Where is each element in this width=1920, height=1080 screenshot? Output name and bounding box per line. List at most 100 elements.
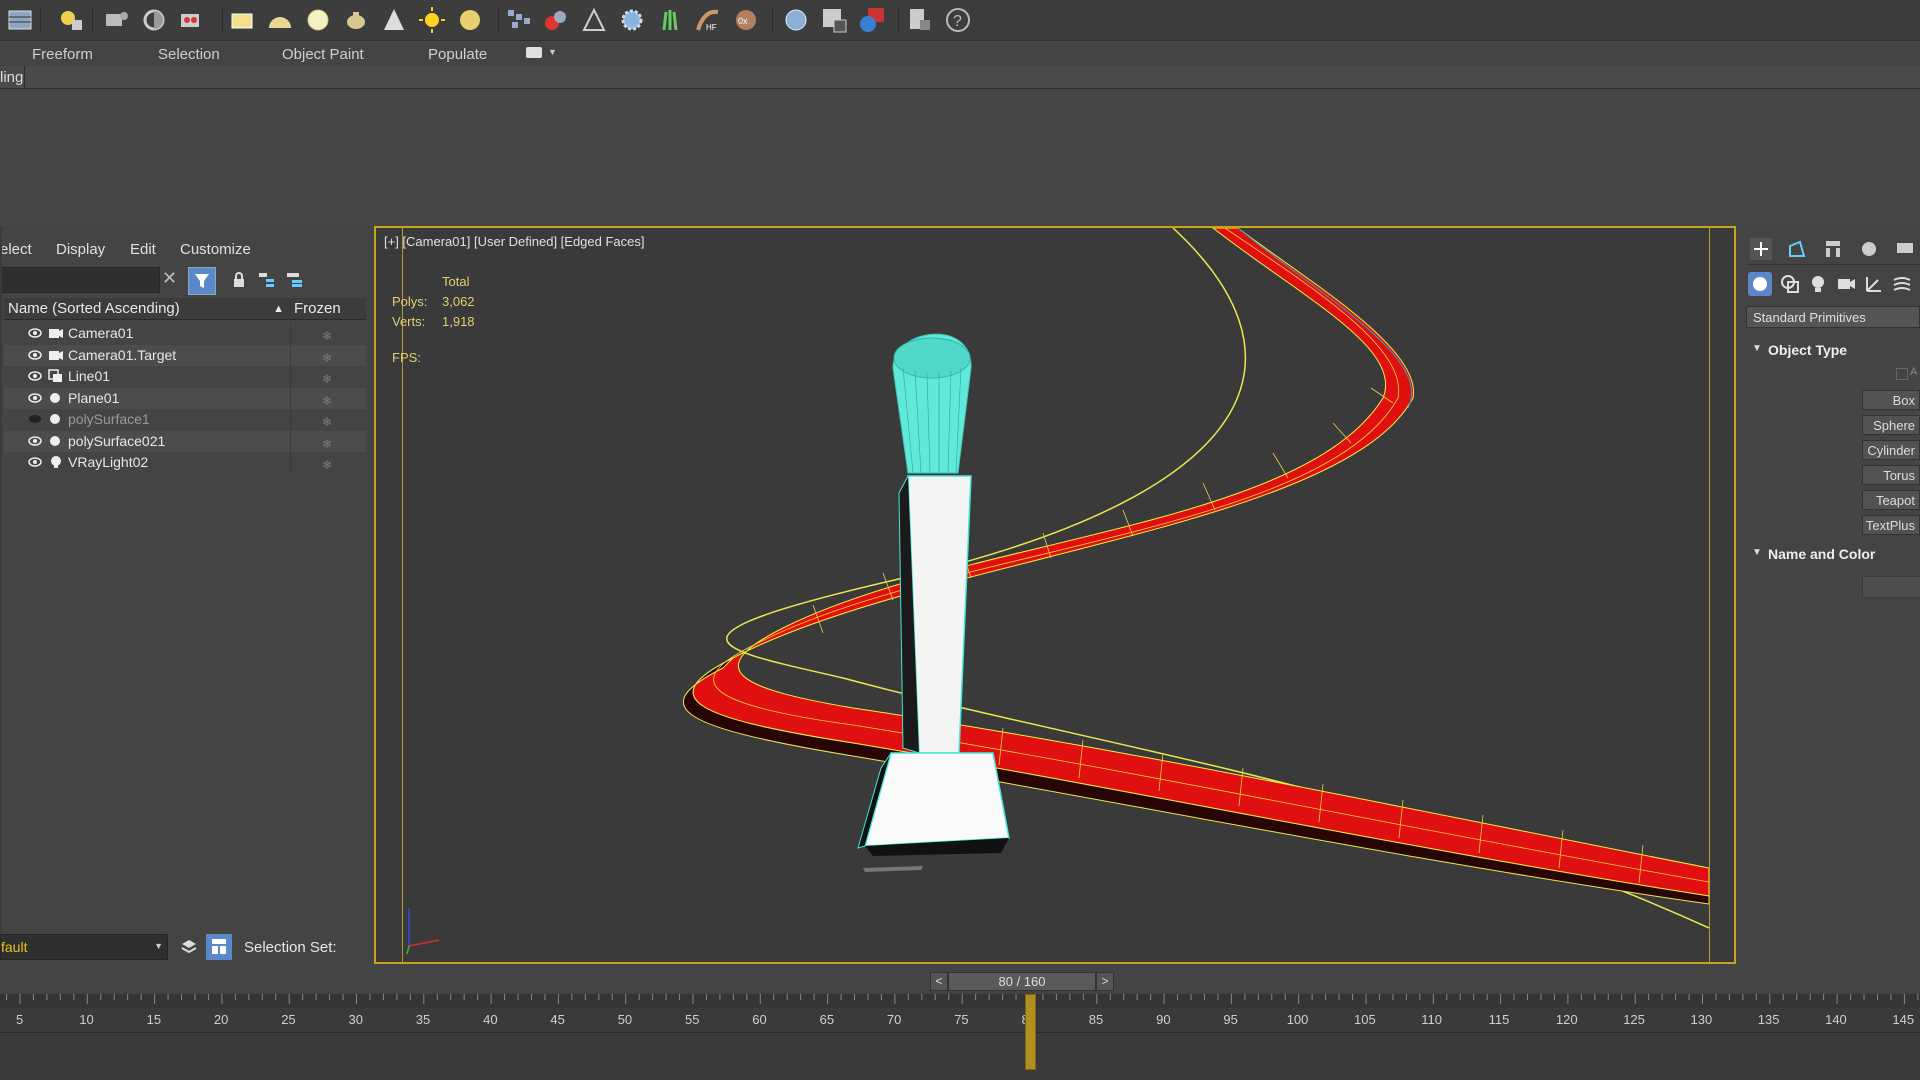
helpers-category-icon[interactable] (1864, 274, 1884, 294)
list-item[interactable]: Line01 ❄ (4, 366, 366, 387)
visibility-eye-icon[interactable] (28, 435, 42, 446)
geometry-category-icon[interactable] (1748, 272, 1772, 296)
plane-primitive-icon[interactable] (228, 6, 256, 34)
create-torus-button[interactable]: Torus (1862, 465, 1920, 485)
menu-display[interactable]: Display (56, 241, 105, 258)
hierarchy-icon[interactable] (258, 272, 276, 288)
list-item[interactable]: Camera01.Target ❄ (4, 344, 366, 366)
motion-tab-icon[interactable] (1858, 238, 1880, 260)
search-input[interactable] (0, 267, 160, 293)
filter-icon[interactable] (188, 267, 216, 295)
timeline-tick-label: 145 (1892, 1012, 1915, 1027)
name-color-rollout[interactable]: ▼ Name and Color (1746, 544, 1920, 566)
visibility-eye-icon[interactable] (28, 457, 42, 467)
layer-hierarchy-icon[interactable] (286, 272, 304, 288)
dome-light-icon[interactable] (456, 6, 484, 34)
create-sphere-button[interactable]: Sphere (1862, 415, 1920, 435)
list-item[interactable]: polySurface1 ❄ (4, 409, 366, 430)
list-item[interactable]: VRayLight02 ❄ (4, 452, 366, 473)
previous-frame-button[interactable]: < (930, 972, 948, 991)
geometry-icon (50, 414, 60, 424)
frame-buffer-icon[interactable] (820, 6, 848, 34)
timeline-tick-label: 90 (1156, 1012, 1171, 1027)
mesh-export-icon[interactable] (542, 6, 570, 34)
name-column-header[interactable]: Name (Sorted Ascending) ▲ (4, 298, 290, 320)
scene-explorer-icon[interactable] (6, 6, 34, 34)
visibility-eye-icon[interactable] (28, 371, 42, 381)
menu-customize[interactable]: Customize (180, 241, 251, 258)
render-window-icon[interactable] (858, 6, 886, 34)
timeline-tick-label: 25 (281, 1012, 296, 1027)
help-icon[interactable]: ? (944, 6, 972, 34)
tab-populate[interactable]: Populate (428, 46, 487, 63)
visibility-eye-icon[interactable] (28, 392, 42, 403)
dome-icon[interactable] (266, 6, 294, 34)
viewport-scene (406, 228, 1709, 955)
create-box-button[interactable]: Box (1862, 390, 1920, 410)
create-textplus-button[interactable]: TextPlus (1862, 515, 1920, 535)
current-frame-marker[interactable] (1024, 994, 1036, 1070)
sun-icon[interactable] (418, 6, 446, 34)
object-type-rollout[interactable]: ▼ Object Type (1746, 340, 1920, 362)
chevron-down-icon[interactable]: ▼ (548, 47, 557, 57)
layers-icon[interactable] (180, 938, 198, 956)
layer-dropdown[interactable]: fault ▼ (0, 934, 168, 960)
space-warps-category-icon[interactable] (1892, 274, 1912, 294)
track-bar[interactable]: 5101520253035404550556065707580859095100… (0, 994, 1920, 1080)
visibility-eye-icon[interactable] (28, 349, 42, 360)
modify-tab-icon[interactable] (1786, 238, 1808, 260)
sphere-icon[interactable] (304, 6, 332, 34)
display-tab-icon[interactable] (1894, 238, 1916, 260)
time-slider[interactable]: < 80 / 160 > (930, 970, 1115, 992)
list-item[interactable]: Plane01 ❄ (4, 387, 366, 409)
frozen-column-header[interactable]: Frozen (290, 298, 366, 320)
cameras-category-icon[interactable] (1836, 274, 1856, 294)
primitive-type-dropdown[interactable]: Standard Primitives (1746, 306, 1920, 328)
grass-icon[interactable] (656, 6, 684, 34)
clear-search-icon[interactable]: ✕ (162, 268, 177, 289)
hierarchy-tab-icon[interactable] (1822, 238, 1844, 260)
create-teapot-button[interactable]: Teapot (1862, 490, 1920, 510)
list-item[interactable]: Camera01 ❄ (4, 323, 366, 344)
teapot-icon[interactable] (342, 6, 370, 34)
hierarchy-view-icon[interactable] (206, 934, 232, 960)
render-to-texture-icon[interactable] (906, 6, 934, 34)
object-name: polySurface021 (68, 432, 166, 449)
fur-icon[interactable] (580, 6, 608, 34)
render-setup-icon[interactable] (102, 6, 130, 34)
gear-icon[interactable] (618, 6, 646, 34)
freeze-snowflake-icon[interactable]: ❄ (322, 455, 332, 476)
menu-select[interactable]: elect (0, 241, 32, 258)
tab-freeform[interactable]: Freeform (32, 46, 93, 63)
cone-icon[interactable] (380, 6, 408, 34)
list-item[interactable]: polySurface021 ❄ (4, 430, 366, 452)
lock-icon[interactable] (232, 272, 246, 288)
visibility-eye-icon[interactable] (28, 328, 42, 338)
sort-ascending-icon: ▲ (273, 303, 284, 315)
render-production-icon[interactable] (178, 6, 206, 34)
render-frame-icon[interactable] (140, 6, 168, 34)
create-cylinder-button[interactable]: Cylinder (1862, 440, 1920, 460)
viewport-label[interactable]: [+] [Camera01] [User Defined] [Edged Fac… (384, 234, 645, 249)
lights-category-icon[interactable] (1808, 274, 1828, 294)
tab-object-paint[interactable]: Object Paint (282, 46, 364, 63)
material-editor-icon[interactable] (782, 6, 810, 34)
object-name: polySurface1 (68, 411, 150, 427)
shapes-category-icon[interactable] (1780, 274, 1800, 294)
menu-edit[interactable]: Edit (130, 241, 156, 258)
proxy-icon[interactable] (504, 6, 532, 34)
time-slider-thumb[interactable]: 80 / 160 (948, 972, 1096, 991)
light-lister-icon[interactable] (56, 6, 84, 34)
camera-viewport[interactable]: [+] [Camera01] [User Defined] [Edged Fac… (374, 226, 1736, 964)
ribbon-options-icon[interactable] (526, 47, 542, 58)
autogrid-checkbox[interactable] (1896, 368, 1908, 380)
tab-selection[interactable]: Selection (158, 46, 220, 63)
create-tab-icon[interactable] (1750, 238, 1772, 260)
object-name-field[interactable] (1862, 576, 1920, 598)
next-frame-button[interactable]: > (1096, 972, 1114, 991)
visibility-eye-icon[interactable] (28, 414, 42, 424)
selection-set-label: Selection Set: (244, 939, 337, 956)
timeline-tick-label: 135 (1757, 1012, 1780, 1027)
hair-icon[interactable]: HF (694, 6, 722, 34)
material-icon[interactable]: 0x (732, 6, 760, 34)
